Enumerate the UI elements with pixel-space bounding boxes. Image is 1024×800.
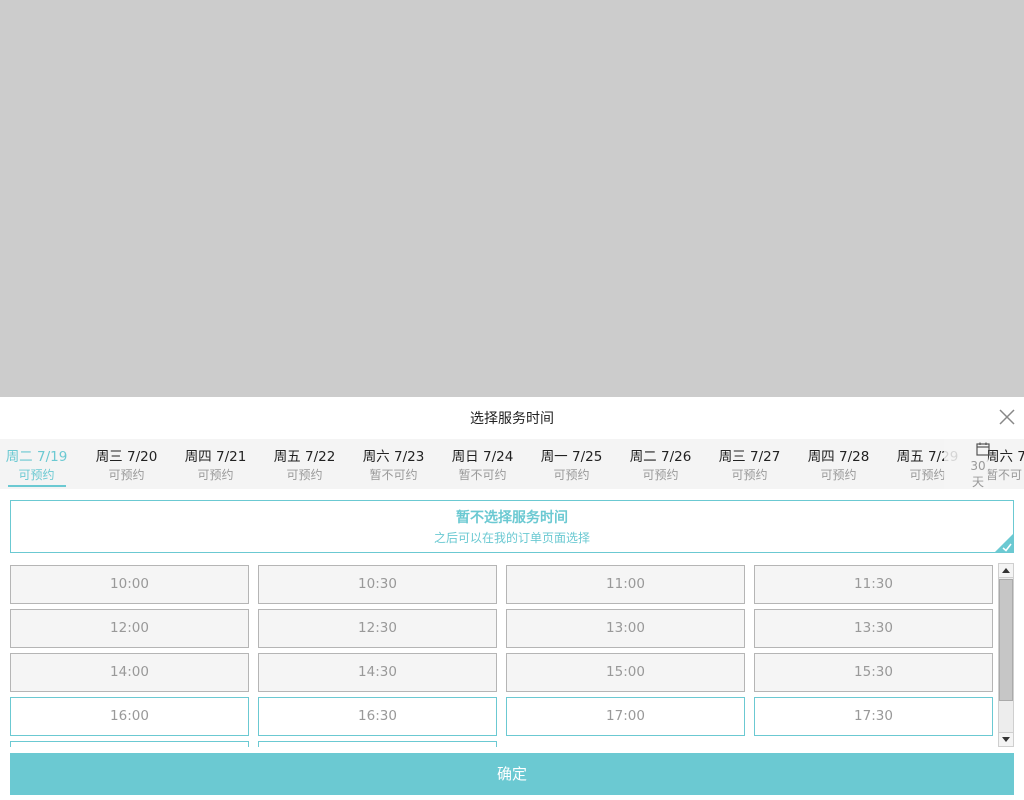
check-corner-icon — [994, 533, 1014, 553]
time-slot[interactable]: 14:00 — [10, 653, 249, 692]
time-slot[interactable]: 12:00 — [10, 609, 249, 648]
date-tab[interactable]: 周四 7/28 可预约 — [794, 439, 883, 489]
date-tab-status: 可预约 — [820, 468, 857, 482]
close-button[interactable] — [998, 408, 1016, 426]
time-slot[interactable]: 14:30 — [258, 653, 497, 692]
date-tab[interactable]: 周六 7/23 暂不可约 — [349, 439, 438, 489]
date-tab[interactable]: 周三 7/27 可预约 — [705, 439, 794, 489]
time-slot[interactable]: 10:00 — [10, 565, 249, 604]
date-tab[interactable]: 周二 7/19 可预约 — [0, 439, 81, 489]
date-tab-label: 周二 7/26 — [629, 449, 692, 465]
date-tab-label: 周六 7/23 — [362, 449, 425, 465]
date-tab-label: 周三 7/27 — [718, 449, 781, 465]
date-tab[interactable]: 周一 7/25 可预约 — [527, 439, 616, 489]
time-slot[interactable]: 16:30 — [258, 697, 497, 736]
time-slot[interactable]: 10:30 — [258, 565, 497, 604]
date-tab-label: 周六 7 — [986, 449, 1024, 465]
active-tab-indicator — [8, 485, 66, 487]
time-slot[interactable]: 11:30 — [754, 565, 993, 604]
time-slot[interactable]: 17:00 — [506, 697, 745, 736]
date-tab-bar[interactable]: 周二 7/19 可预约 周三 7/20 可预约 周四 7/21 可预约 周五 7… — [0, 439, 1024, 489]
time-slot[interactable]: 12:30 — [258, 609, 497, 648]
date-tab-status: 可预约 — [197, 468, 234, 482]
time-slot[interactable]: 15:30 — [754, 653, 993, 692]
date-tab-status: 可预约 — [108, 468, 145, 482]
time-slot[interactable]: 13:00 — [506, 609, 745, 648]
scroll-down-arrow-icon[interactable] — [999, 732, 1013, 746]
date-tab-status: 可预约 — [18, 468, 55, 482]
date-tab[interactable]: 周四 7/21 可预约 — [171, 439, 260, 489]
skip-time-option[interactable]: 暂不选择服务时间 之后可以在我的订单页面选择 — [10, 500, 1014, 553]
time-slot[interactable] — [258, 741, 497, 747]
sheet-header: 选择服务时间 — [0, 397, 1024, 438]
date-tab-label: 周一 7/25 — [540, 449, 603, 465]
date-tab-label: 周二 7/19 — [5, 449, 68, 465]
date-tab-status: 可预约 — [553, 468, 590, 482]
date-tab[interactable]: 周二 7/26 可预约 — [616, 439, 705, 489]
date-tab-label: 周四 7/21 — [184, 449, 247, 465]
date-tab-status: 暂不可约 — [369, 468, 418, 482]
skip-time-title: 暂不选择服务时间 — [456, 510, 568, 526]
backdrop-overlay[interactable] — [0, 0, 1024, 397]
close-icon — [999, 409, 1015, 425]
date-tab-label: 周五 7/22 — [273, 449, 336, 465]
date-tab-status: 可预约 — [286, 468, 323, 482]
slots-scrollbar[interactable] — [998, 563, 1014, 747]
date-tab[interactable]: 周三 7/20 可预约 — [82, 439, 171, 489]
time-slot[interactable]: 11:00 — [506, 565, 745, 604]
calendar-label: 30天 — [970, 459, 986, 489]
scrollbar-thumb[interactable] — [999, 579, 1013, 701]
scroll-up-arrow-icon[interactable] — [999, 564, 1013, 578]
time-slot[interactable]: 13:30 — [754, 609, 993, 648]
calendar-icon — [976, 442, 990, 456]
date-tab-label: 周四 7/28 — [807, 449, 870, 465]
calendar-button[interactable]: 30天 — [944, 439, 990, 489]
time-slot-grid[interactable]: 10:00 10:30 11:00 11:30 12:00 12:30 13:0… — [0, 562, 1024, 747]
date-tab-status: 可预约 — [642, 468, 679, 482]
date-tab-status: 可预约 — [731, 468, 768, 482]
time-slot[interactable]: 17:30 — [754, 697, 993, 736]
date-tab-label: 周三 7/20 — [95, 449, 158, 465]
time-picker-sheet: 选择服务时间 周二 7/19 可预约 周三 7/20 可预约 周四 7/21 可… — [0, 397, 1024, 800]
date-tab-status: 暂不可约 — [458, 468, 507, 482]
time-slot[interactable]: 15:00 — [506, 653, 745, 692]
confirm-button[interactable]: 确定 — [10, 753, 1014, 795]
date-tab-label: 周日 7/24 — [451, 449, 514, 465]
date-tab[interactable]: 周日 7/24 暂不可约 — [438, 439, 527, 489]
skip-time-subtitle: 之后可以在我的订单页面选择 — [433, 531, 590, 545]
date-tab[interactable]: 周五 7/22 可预约 — [260, 439, 349, 489]
date-tab-status: 暂不可 — [986, 468, 1023, 482]
time-slot[interactable]: 16:00 — [10, 697, 249, 736]
sheet-title: 选择服务时间 — [470, 411, 554, 427]
time-slot[interactable] — [10, 741, 249, 747]
